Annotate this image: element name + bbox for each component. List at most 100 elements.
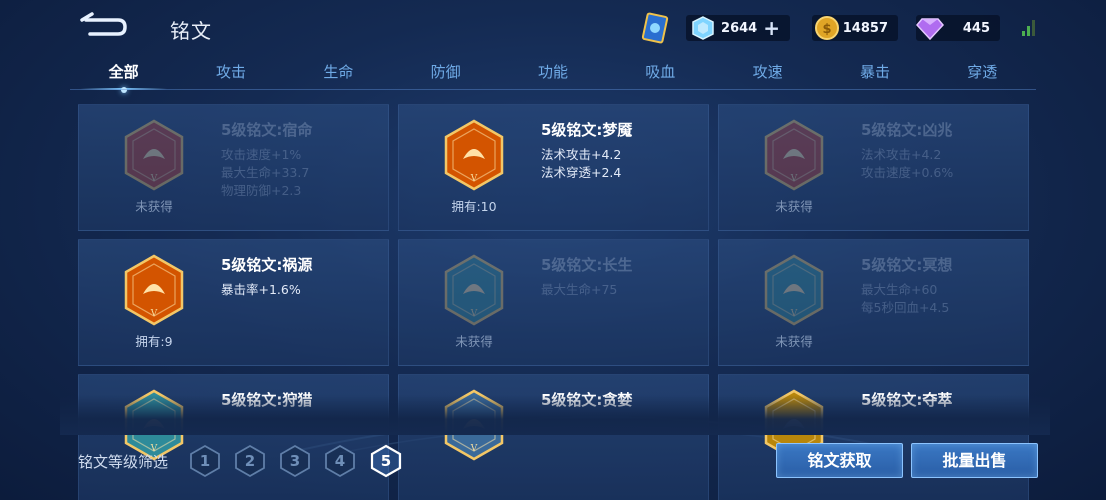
rune-emblem-icon: V (124, 119, 184, 191)
level-filter-5-button[interactable]: 5 (370, 444, 402, 478)
rune-card[interactable]: V 5级铭文:祸源 暴击率+1.6% 拥有:9 (78, 239, 389, 366)
rune-info: 5级铭文:梦魇 法术攻击+4.2 法术穿透+2.4 (541, 119, 632, 182)
rune-stat: 每5秒回血+4.5 (861, 300, 950, 315)
tab-label: 攻击 (215, 63, 246, 81)
back-arrow-icon[interactable] (78, 12, 130, 42)
rune-info: 5级铭文:祸源 暴击率+1.6% (221, 254, 312, 299)
rune-card-icon[interactable] (640, 12, 670, 44)
tab-item[interactable]: 吸血 (607, 60, 714, 90)
rune-stat: 最大生命+75 (541, 282, 618, 297)
active-tab-dot (120, 87, 127, 93)
level-filter-1-button[interactable]: 1 (189, 444, 221, 478)
level-filter-label: 铭文等级筛选 (78, 453, 169, 471)
level-number: 5 (381, 452, 391, 470)
level-filter-2-button[interactable]: 2 (234, 444, 266, 478)
rune-stat: 最大生命+33.7 (221, 165, 310, 180)
rune-owned-status: 未获得 (775, 199, 813, 214)
rune-card[interactable]: V 5级铭文:冥想 最大生命+60 每5秒回血+4.5 未获得 (718, 239, 1029, 366)
tab-label: 功能 (537, 63, 568, 81)
rune-stat: 攻击速度+0.6% (861, 165, 954, 180)
rune-name: 5级铭文:冥想 (861, 256, 953, 274)
rune-card[interactable]: V5级铭文:狩猎 (78, 374, 389, 500)
level-filter-3-button[interactable]: 3 (279, 444, 311, 478)
level-number: 3 (290, 452, 300, 470)
rune-emblem-icon: V (124, 254, 184, 326)
tab-label: 生命 (323, 63, 354, 81)
tab-item[interactable]: 攻速 (714, 60, 821, 90)
rune-name: 5级铭文:长生 (541, 256, 633, 274)
level-filter-4-button[interactable]: 4 (324, 444, 356, 478)
svg-text:V: V (150, 174, 158, 184)
level-number: 2 (245, 452, 255, 470)
rune-card[interactable]: V5级铭文:贪婪 (398, 374, 709, 500)
rune-name: 5级铭文:梦魇 (541, 121, 633, 139)
rune-card[interactable]: V 5级铭文:宿命 攻击速度+1% 最大生命+33.7 物理防御+2.3 未获得 (78, 104, 389, 231)
rune-info: 5级铭文:长生 最大生命+75 (541, 254, 632, 299)
rune-stat: 物理防御+2.3 (221, 183, 302, 198)
rune-card[interactable]: V 5级铭文:梦魇 法术攻击+4.2 法术穿透+2.4 拥有:10 (398, 104, 709, 231)
rune-card[interactable]: V5级铭文:夺萃 (718, 374, 1029, 500)
rune-name: 5级铭文:凶兆 (861, 121, 953, 139)
grid-fade-overlay (60, 395, 1050, 435)
diamond-count: 445 (962, 20, 990, 36)
rune-card[interactable]: V 5级铭文:凶兆 法术攻击+4.2 攻击速度+0.6% 未获得 (718, 104, 1029, 231)
tab-item[interactable]: 穿透 (929, 60, 1036, 90)
svg-text:V: V (470, 309, 478, 319)
rune-card[interactable]: V 5级铭文:长生 最大生命+75 未获得 (398, 239, 709, 366)
tab-label: 攻速 (752, 63, 783, 81)
diamond-resource: 445 (916, 13, 1000, 43)
rune-stat: 暴击率+1.6% (221, 282, 301, 297)
svg-text:V: V (150, 309, 158, 319)
rune-stat: 法术攻击+4.2 (541, 147, 622, 162)
crystal-icon (692, 16, 714, 40)
rune-owned-status: 未获得 (775, 334, 813, 349)
rune-owned-status: 未获得 (135, 199, 173, 214)
rune-owned-status: 拥有:9 (135, 334, 173, 349)
gold-coin-icon: $ (815, 16, 839, 40)
tab-item[interactable]: 生命 (285, 60, 392, 90)
tab-label: 吸血 (645, 63, 676, 81)
tab-label: 防御 (430, 63, 461, 81)
tab-item[interactable]: 攻击 (177, 60, 284, 90)
rune-stat: 法术攻击+4.2 (861, 147, 942, 162)
acquire-rune-button[interactable]: 铭文获取 (776, 443, 903, 478)
rune-info: 5级铭文:宿命 攻击速度+1% 最大生命+33.7 物理防御+2.3 (221, 119, 312, 200)
svg-text:$: $ (822, 22, 831, 37)
tab-item[interactable]: 功能 (499, 60, 606, 90)
rune-name: 5级铭文:宿命 (221, 121, 313, 139)
rune-emblem-icon: V (764, 119, 824, 191)
rune-emblem-icon: V (444, 119, 504, 191)
rune-stat: 攻击速度+1% (221, 147, 302, 162)
tabs-divider (70, 89, 1036, 90)
level-number: 4 (335, 452, 345, 470)
add-crystal-button[interactable]: + (763, 18, 780, 38)
bulk-sell-button[interactable]: 批量出售 (911, 443, 1038, 478)
svg-text:V: V (790, 309, 798, 319)
signal-icon (1022, 20, 1035, 36)
gold-resource: 14857 $ (812, 13, 898, 43)
tab-label: 暴击 (859, 63, 890, 81)
rune-name: 5级铭文:祸源 (221, 256, 313, 274)
gold-count: 14857 (842, 20, 888, 36)
tab-item[interactable]: 全部 (70, 60, 177, 93)
rune-owned-status: 拥有:10 (451, 199, 497, 214)
svg-text:V: V (470, 444, 478, 454)
rune-info: 5级铭文:凶兆 法术攻击+4.2 攻击速度+0.6% (861, 119, 953, 182)
tab-item[interactable]: 防御 (392, 60, 499, 90)
crystal-count: 2644 (721, 20, 758, 36)
rune-info: 5级铭文:冥想 最大生命+60 每5秒回血+4.5 (861, 254, 952, 317)
rune-owned-status: 未获得 (455, 334, 493, 349)
rune-stat: 最大生命+60 (861, 282, 938, 297)
rune-stat: 法术穿透+2.4 (541, 165, 622, 180)
rune-emblem-icon: V (444, 254, 504, 326)
tab-item[interactable]: 暴击 (821, 60, 928, 90)
svg-text:V: V (470, 174, 478, 184)
tab-label: 穿透 (967, 63, 998, 81)
level-number: 1 (200, 452, 210, 470)
tab-label: 全部 (108, 63, 139, 81)
svg-text:V: V (790, 174, 798, 184)
diamond-icon (916, 18, 944, 41)
category-tabs: 全部 攻击 生命 防御 功能 吸血 攻速 暴击 穿透 (70, 60, 1036, 93)
page-title: 铭文 (170, 19, 212, 43)
crystal-resource: 2644 + (686, 13, 790, 43)
